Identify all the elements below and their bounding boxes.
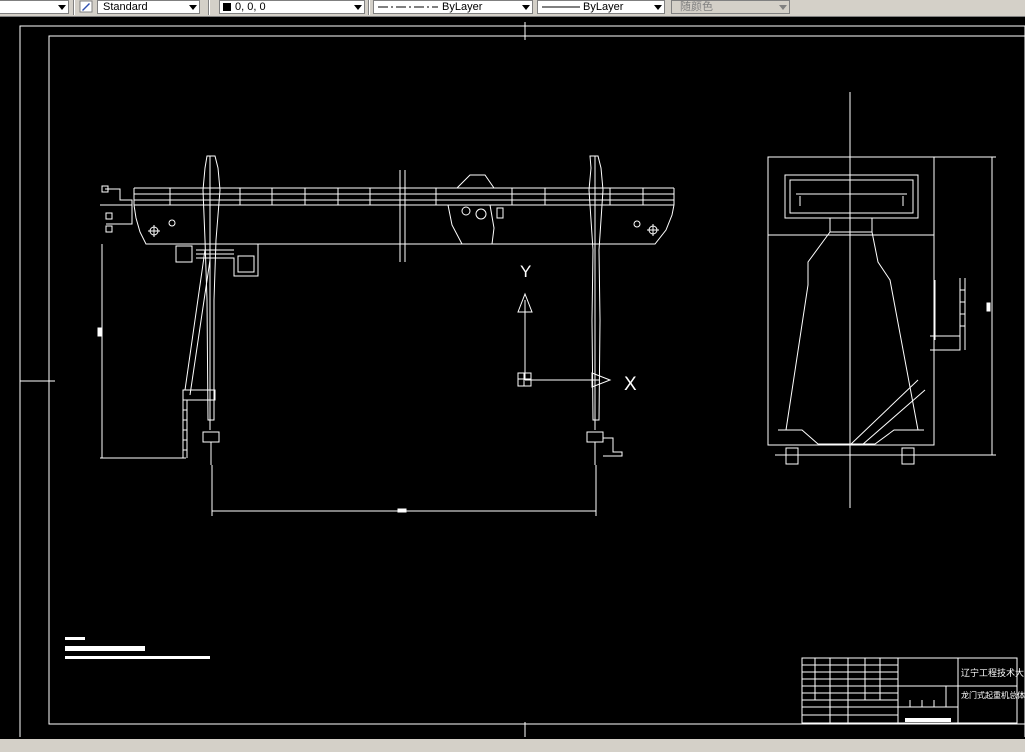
color-swatch bbox=[223, 3, 231, 11]
text-style-icon[interactable] bbox=[79, 0, 93, 13]
properties-toolbar: Standard 0, 0, 0 ByLayer ByLayer 随颜色 bbox=[0, 0, 1025, 17]
drawing-area: Y X 辽宁工程技术大 龙门式起重机总体 bbox=[19, 22, 1025, 739]
color-dropdown[interactable]: 0, 0, 0 bbox=[219, 0, 365, 14]
chevron-down-icon bbox=[189, 5, 197, 10]
chevron-down-icon bbox=[58, 5, 66, 10]
title-block-drawing-title: 龙门式起重机总体图 bbox=[961, 690, 1025, 700]
dashdot-line-icon bbox=[378, 6, 438, 8]
linetype-value: ByLayer bbox=[442, 1, 483, 13]
drawing-canvas[interactable]: Y X 辽宁工程技术大 龙门式起重机总体 bbox=[0, 17, 1025, 739]
lineweight-value: ByLayer bbox=[583, 1, 624, 13]
chevron-down-icon bbox=[779, 5, 787, 10]
bottom-scrollbar[interactable] bbox=[0, 739, 1025, 752]
ucs-icon: Y X bbox=[517, 262, 637, 395]
crosshair-marks bbox=[20, 22, 526, 738]
toolbar-separator bbox=[208, 0, 210, 15]
sheet-border bbox=[19, 25, 1025, 739]
gantry-crane-side-view bbox=[767, 92, 996, 508]
pen-icon bbox=[79, 0, 93, 13]
plot-style-value: 随颜色 bbox=[680, 1, 713, 13]
chevron-down-icon bbox=[654, 5, 662, 10]
chevron-down-icon bbox=[354, 5, 362, 10]
title-block: 辽宁工程技术大学 龙门式起重机总体图 bbox=[801, 657, 1025, 724]
layer-dropdown[interactable] bbox=[0, 0, 69, 14]
technical-notes bbox=[65, 637, 210, 659]
plot-style-dropdown[interactable]: 随颜色 bbox=[671, 0, 790, 14]
chevron-down-icon bbox=[522, 5, 530, 10]
toolbar-separator bbox=[368, 0, 370, 15]
gantry-crane-front-view bbox=[97, 155, 675, 516]
color-value: 0, 0, 0 bbox=[235, 1, 266, 13]
text-style-dropdown[interactable]: Standard bbox=[97, 0, 200, 14]
text-style-value: Standard bbox=[103, 1, 148, 13]
solid-line-icon bbox=[542, 6, 580, 8]
linetype-dropdown[interactable]: ByLayer bbox=[373, 0, 533, 14]
toolbar-separator bbox=[73, 0, 75, 15]
ucs-y-label: Y bbox=[520, 262, 531, 281]
title-block-school: 辽宁工程技术大学 bbox=[961, 667, 1025, 678]
ucs-x-label: X bbox=[624, 374, 637, 395]
lineweight-dropdown[interactable]: ByLayer bbox=[537, 0, 665, 14]
